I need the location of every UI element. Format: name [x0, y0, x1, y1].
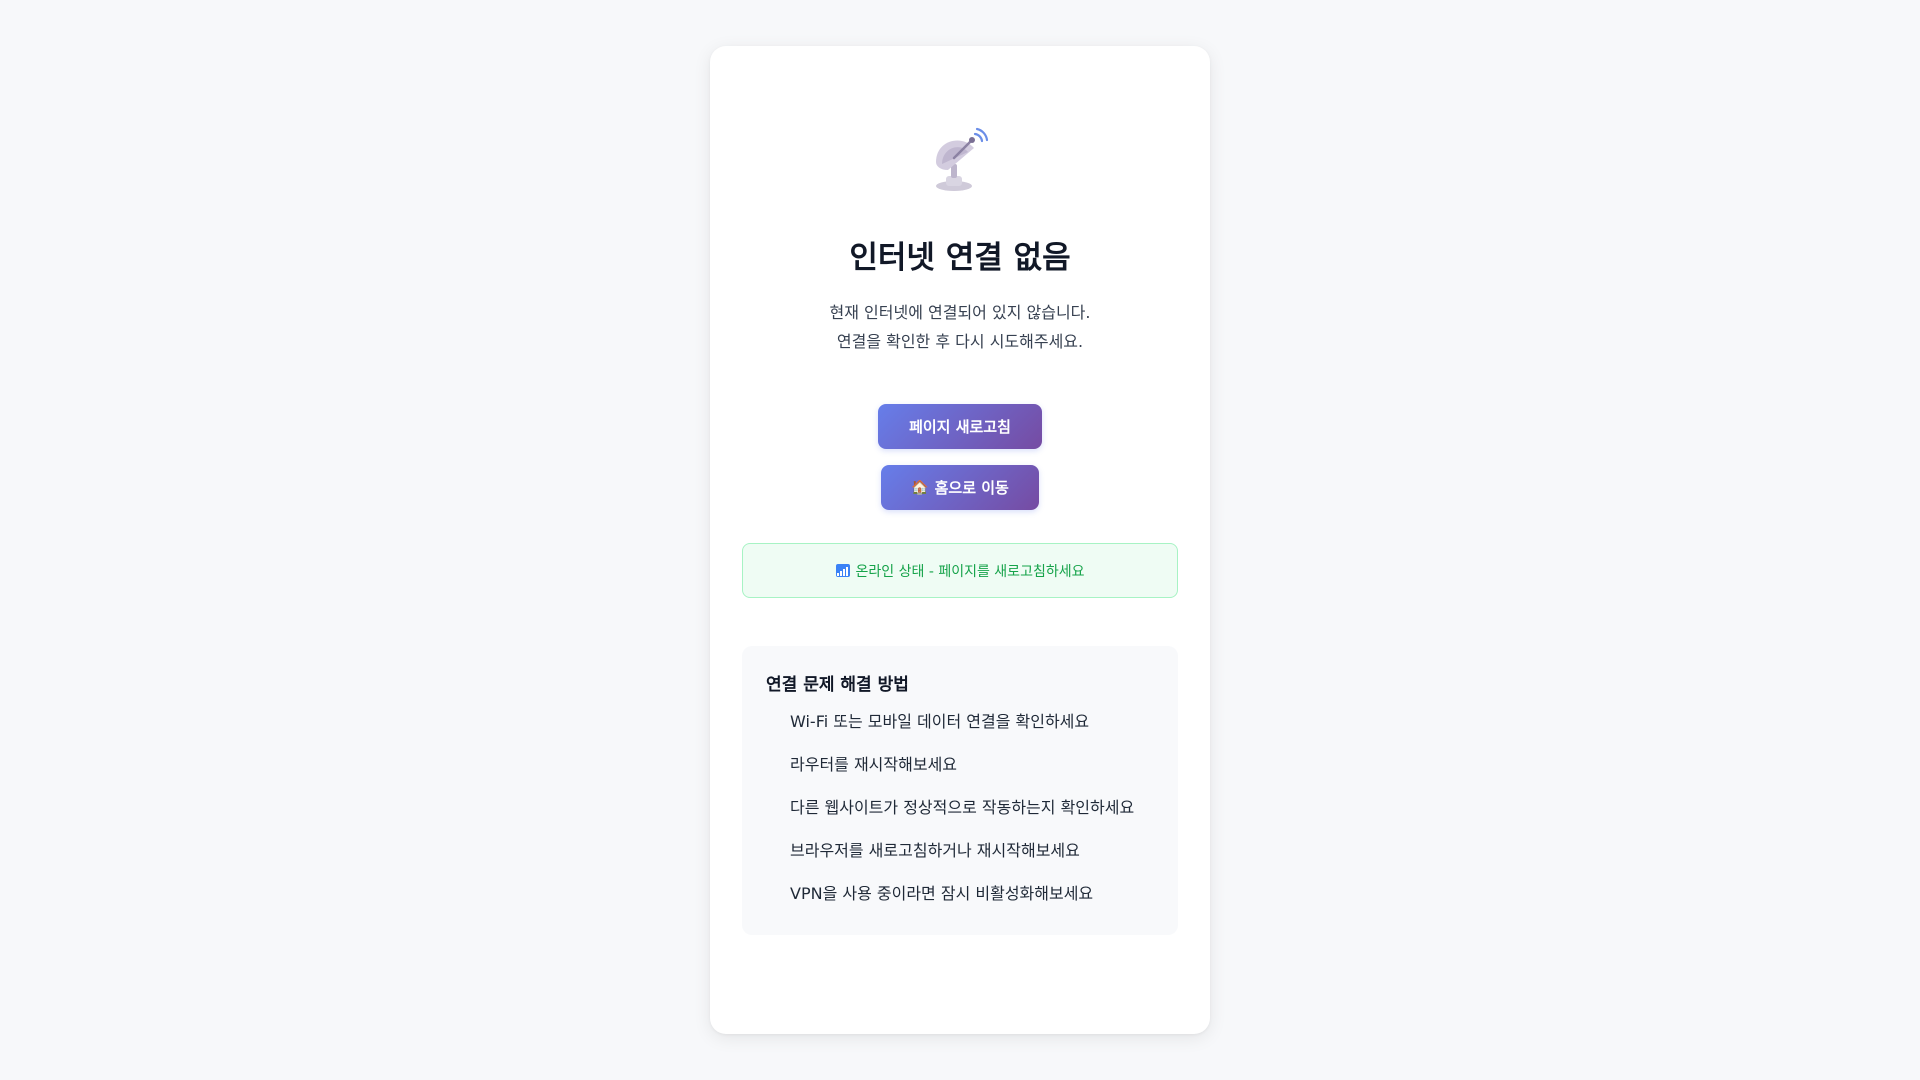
list-item: 다른 웹사이트가 정상적으로 작동하는지 확인하세요 [790, 798, 1135, 817]
list-item: 라우터를 재시작해보세요 [790, 755, 958, 774]
house-icon: 🏠 [911, 479, 929, 496]
description-line: 연결을 확인한 후 다시 시도해주세요. [836, 332, 1084, 351]
troubleshooting-panel: 연결 문제 해결 방법 Wi-Fi 또는 모바일 데이터 연결을 확인하세요 라… [742, 646, 1178, 935]
list-item: VPN을 사용 중이라면 잠시 비활성화해보세요 [790, 884, 1094, 903]
list-item: Wi-Fi 또는 모바일 데이터 연결을 확인하세요 [790, 712, 1090, 731]
description: 현재 인터넷에 연결되어 있지 않습니다. 연결을 확인한 후 다시 시도해주세… [742, 298, 1178, 356]
status-banner: 온라인 상태 - 페이지를 새로고침하세요 [742, 543, 1178, 598]
list-item: 브라우저를 새로고침하거나 재시작해보세요 [790, 841, 1080, 860]
home-button-label: 홈으로 이동 [934, 479, 1009, 497]
refresh-button[interactable]: 페이지 새로고침 [878, 404, 1042, 449]
home-button[interactable]: 🏠 홈으로 이동 [881, 465, 1039, 510]
status-text: 온라인 상태 - 페이지를 새로고침하세요 [855, 563, 1085, 580]
offline-card: 인터넷 연결 없음 현재 인터넷에 연결되어 있지 않습니다. 연결을 확인한 … [710, 46, 1210, 1034]
signal-bars-icon [835, 564, 850, 577]
troubleshooting-title: 연결 문제 해결 방법 [766, 675, 909, 695]
description-line: 현재 인터넷에 연결되어 있지 않습니다. [829, 303, 1091, 322]
page-title: 인터넷 연결 없음 [849, 240, 1071, 276]
refresh-button-label: 페이지 새로고침 [909, 418, 1011, 436]
satellite-dish-icon [936, 127, 989, 191]
troubleshooting-list: Wi-Fi 또는 모바일 데이터 연결을 확인하세요 라우터를 재시작해보세요 … [766, 709, 1154, 907]
